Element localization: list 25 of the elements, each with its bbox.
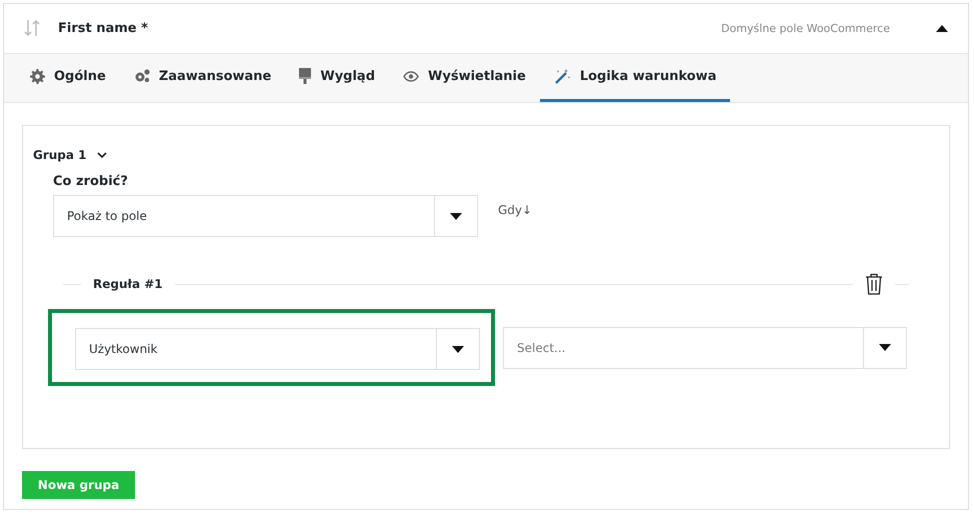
dropdown-caret-icon [452,346,464,352]
tab[interactable]: Wygląd [285,54,390,102]
group-toggle[interactable]: Grupa 1 [33,148,107,162]
collapse-arrow-icon[interactable] [936,24,948,32]
chevron-icon [96,152,107,158]
rule-title: Reguła #1 [93,277,163,291]
gears-icon [134,69,150,84]
action-label: Co zrobić? [53,174,129,189]
eye-icon [403,70,420,82]
tab[interactable]: Wyświetlanie [389,54,540,102]
tab[interactable]: Ogólne [16,54,120,102]
field-note: Domyślne pole WooCommerce [721,22,890,35]
tab[interactable]: Zaawansowane [120,54,286,102]
dropdown-caret-icon [879,344,891,351]
magic-wand-icon [554,68,571,85]
rule-field-select[interactable]: Użytkownik [75,328,480,370]
trash-icon[interactable] [865,273,883,295]
tab[interactable]: Logika warunkowa [540,54,730,102]
field-title: First name * [58,20,149,36]
condition-select[interactable]: Select... [503,326,907,368]
action-select[interactable]: Pokaż to pole [53,195,478,237]
brush-icon [299,68,312,84]
when-label: Gdy↓ [498,203,532,217]
dropdown-caret-icon [450,212,462,220]
gear-icon [30,68,45,84]
